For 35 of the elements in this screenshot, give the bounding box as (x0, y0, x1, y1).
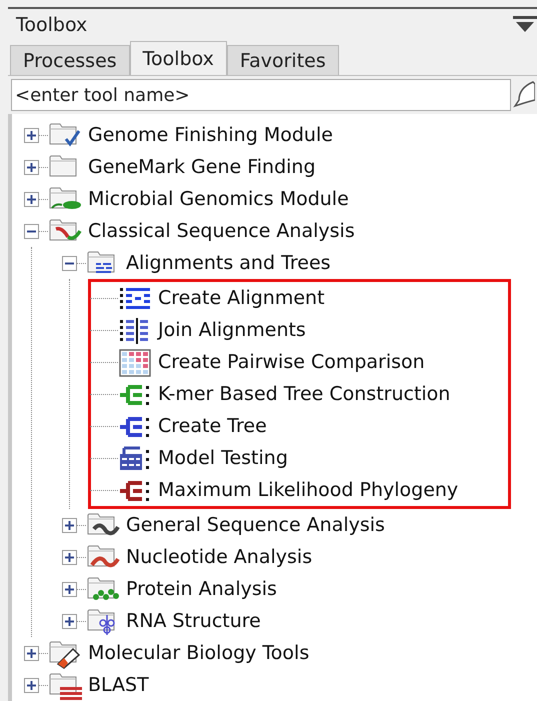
tab[interactable]: Toolbox (130, 41, 227, 75)
tree-item[interactable]: Molecular Biology Tools (84, 642, 310, 664)
tree-item[interactable]: GeneMark Gene Finding (84, 156, 316, 178)
expander-toggle[interactable] (24, 160, 39, 174)
expander-toggle[interactable] (24, 678, 39, 692)
expander-toggle[interactable] (62, 550, 77, 564)
fish-icon[interactable] (513, 80, 535, 110)
expander-toggle[interactable] (24, 128, 39, 142)
tree-item[interactable]: Microbial Genomics Module (84, 188, 349, 210)
tree-item[interactable]: Alignments and Trees (122, 252, 331, 274)
tree-item[interactable]: Classical Sequence Analysis (84, 220, 355, 242)
panel-title: Toolbox (16, 14, 88, 36)
tree-item[interactable]: Nucleotide Analysis (122, 546, 312, 568)
tree-item[interactable]: Join Alignments (154, 319, 306, 341)
expander-toggle[interactable] (24, 646, 39, 660)
tab[interactable]: Processes (10, 45, 130, 75)
expander-toggle[interactable] (24, 224, 39, 238)
tree-item[interactable]: Create Pairwise Comparison (154, 351, 425, 373)
expander-toggle[interactable] (62, 256, 77, 270)
tab[interactable]: Favorites (226, 45, 339, 75)
tree-item[interactable]: General Sequence Analysis (122, 514, 385, 536)
tree-item[interactable]: Maximum Likelihood Phylogeny (154, 479, 458, 501)
tree-item[interactable]: Create Tree (154, 415, 267, 437)
tree-item[interactable]: Genome Finishing Module (84, 124, 333, 146)
tree-item[interactable]: Protein Analysis (122, 578, 277, 600)
tree-item[interactable]: RNA Structure (122, 610, 261, 632)
tree-item[interactable]: K-mer Based Tree Construction (154, 383, 450, 405)
search-field[interactable]: <enter tool name> (11, 79, 511, 111)
expander-toggle[interactable] (62, 582, 77, 596)
tree-item[interactable]: BLAST (84, 674, 149, 696)
expander-toggle[interactable] (24, 192, 39, 206)
tree-item[interactable]: Create Alignment (154, 287, 325, 309)
expander-toggle[interactable] (62, 614, 77, 628)
expander-toggle[interactable] (62, 518, 77, 532)
tree-item[interactable]: Model Testing (154, 447, 288, 469)
